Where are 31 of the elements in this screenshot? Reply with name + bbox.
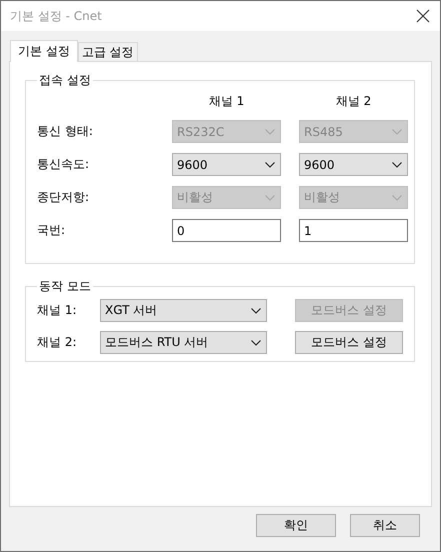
dialog-button[interactable]: 취소 [350,514,420,536]
tab[interactable]: 고급 설정 [78,42,138,61]
caret-icon [392,162,402,168]
caret-icon [392,128,402,134]
tab[interactable]: 기본 설정 [10,40,78,62]
dropdown[interactable]: 모드버스 RTU 서버 [100,331,267,354]
field-label: 통신 형태: [37,123,94,140]
dropdown[interactable]: 9600 [172,153,281,176]
close-icon[interactable] [416,9,430,23]
field-label: 국번: [37,222,66,239]
caret-icon [265,128,275,134]
dropdown[interactable]: XGT 서버 [100,299,267,322]
group-title: 접속 설정 [38,72,92,89]
column-header: 채널 2 [334,93,372,110]
caret-icon [392,194,402,200]
dropdown[interactable]: 9600 [299,153,408,176]
input-field[interactable]: 0 [172,219,281,242]
caret-icon [265,194,275,200]
input-field[interactable]: 1 [299,219,408,242]
window-title: 기본 설정 - Cnet [10,8,102,24]
caret-icon [251,340,261,346]
modbus-settings-button[interactable]: 모드버스 설정 [295,331,403,354]
field-label: 채널 2: [37,334,78,351]
field-label: 종단저항: [37,189,90,206]
field-label: 통신속도: [37,156,90,173]
field-label: 채널 1: [37,302,78,319]
caret-icon [265,162,275,168]
caret-icon [251,308,261,314]
dialog-button[interactable]: 확인 [256,514,336,536]
column-header: 채널 1 [208,93,246,110]
group-title: 동작 모드 [38,278,92,295]
